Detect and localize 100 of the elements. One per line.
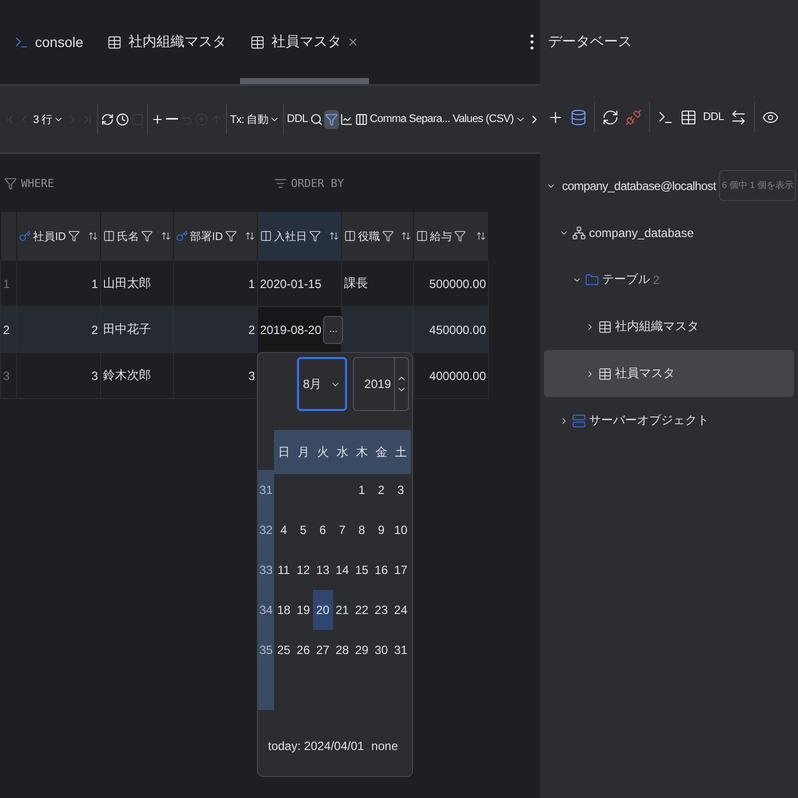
tree-item[interactable]: company_database@localhost 6 個中 1 個を表示 bbox=[544, 162, 794, 209]
tree-item[interactable]: テーブル 2 bbox=[544, 256, 794, 303]
filter-icon bbox=[382, 230, 394, 242]
weekday-label: 木 bbox=[354, 444, 369, 460]
columns-icon bbox=[354, 112, 368, 126]
table-icon bbox=[250, 34, 266, 50]
search-icon bbox=[310, 112, 323, 126]
tree-label: サーバーオブジェクト bbox=[589, 412, 709, 429]
table-cell: 3 bbox=[174, 352, 258, 398]
calendar-day[interactable]: 26 bbox=[294, 630, 313, 670]
where-field[interactable]: WHERE bbox=[0, 176, 270, 190]
tree-item[interactable]: company_database bbox=[544, 209, 794, 256]
editor-tab[interactable]: console bbox=[4, 0, 94, 84]
sort-icon bbox=[88, 231, 98, 241]
month-select[interactable]: 8月 bbox=[297, 357, 347, 411]
weekday-label: 金 bbox=[374, 444, 388, 460]
calendar-day[interactable]: 18 bbox=[274, 590, 294, 630]
table-cell: 500000.00 bbox=[414, 260, 488, 306]
tree-label: company_database@localhost bbox=[562, 178, 716, 192]
tree-item[interactable]: 社員マスタ bbox=[544, 350, 794, 397]
table-cell: 山田太郎 bbox=[100, 260, 174, 306]
dropdown-button[interactable]: Tx: 自動 bbox=[228, 108, 281, 130]
more-button[interactable]: ... bbox=[323, 316, 344, 344]
calendar-day[interactable]: 10 bbox=[391, 510, 410, 550]
column-header[interactable]: 役職 bbox=[342, 212, 414, 260]
tree-label: 社内組織マスタ bbox=[615, 318, 699, 335]
calendar-day[interactable]: 14 bbox=[332, 550, 352, 590]
calendar-day[interactable]: 27 bbox=[313, 630, 332, 670]
table-cell: 3 bbox=[16, 352, 100, 398]
calendar-day[interactable]: 2 bbox=[372, 470, 391, 510]
tree-item[interactable]: 社内組織マスタ bbox=[544, 303, 794, 350]
table-cell: 田中花子 bbox=[100, 306, 174, 352]
table-icon bbox=[598, 366, 612, 380]
table-cell: 鈴木次郎 bbox=[100, 352, 174, 398]
calendar-day[interactable]: 13 bbox=[313, 550, 332, 590]
year-spinner[interactable]: 2019 bbox=[353, 357, 409, 411]
calendar-day[interactable]: 21 bbox=[332, 590, 352, 630]
week-number: 31 bbox=[258, 470, 274, 510]
calendar-day[interactable]: 29 bbox=[352, 630, 372, 670]
weekday-label: 土 bbox=[394, 444, 408, 460]
week-number: 34 bbox=[258, 590, 274, 630]
stop-icon bbox=[130, 112, 144, 126]
editor-tab[interactable]: 社員マスタ bbox=[240, 0, 370, 84]
table-icon bbox=[680, 108, 697, 126]
row-number: 1 bbox=[0, 260, 16, 306]
dropdown-button[interactable]: Comma Separa... Values (CSV) bbox=[368, 110, 527, 128]
calendar-day[interactable]: 22 bbox=[352, 590, 372, 630]
calendar-day[interactable]: 25 bbox=[274, 630, 294, 670]
calendar-day[interactable]: 16 bbox=[372, 550, 391, 590]
calendar-day[interactable]: 12 bbox=[294, 550, 313, 590]
calendar-day[interactable]: 4 bbox=[274, 510, 294, 550]
ddl-button[interactable]: DDL bbox=[286, 110, 309, 128]
none-link[interactable]: none bbox=[371, 739, 398, 753]
tree-label: テーブル bbox=[602, 271, 650, 288]
column-header[interactable]: 社員ID bbox=[16, 212, 100, 260]
calendar-day[interactable]: 30 bbox=[372, 630, 391, 670]
dropdown-button[interactable]: 3 行 bbox=[32, 108, 65, 130]
filter-icon bbox=[141, 230, 153, 242]
more-options-icon[interactable] bbox=[530, 34, 534, 50]
column-header[interactable]: 部署ID bbox=[174, 212, 258, 260]
minus-icon bbox=[166, 118, 178, 120]
calendar-day[interactable]: 19 bbox=[294, 590, 313, 630]
calendar-day[interactable]: 24 bbox=[391, 590, 410, 630]
folder-icon bbox=[585, 272, 599, 286]
calendar-day[interactable]: 17 bbox=[391, 550, 410, 590]
calendar-day[interactable]: 15 bbox=[352, 550, 372, 590]
calendar-day[interactable]: 5 bbox=[294, 510, 313, 550]
order-by-field[interactable]: ORDER BY bbox=[270, 176, 540, 190]
column-header[interactable]: 入社日 bbox=[258, 212, 342, 260]
table-cell: 2 bbox=[16, 306, 100, 352]
column-header[interactable]: 氏名 bbox=[100, 212, 174, 260]
editor-tab[interactable]: 社内組織マスタ bbox=[97, 0, 236, 84]
chart-icon bbox=[340, 112, 353, 126]
key-icon bbox=[19, 230, 31, 242]
calendar-day[interactable]: 11 bbox=[274, 550, 294, 590]
sort-icon bbox=[476, 231, 486, 241]
table-cell: 400000.00 bbox=[414, 352, 488, 398]
week-number: 32 bbox=[258, 510, 274, 550]
calendar-day[interactable]: 1 bbox=[352, 470, 372, 510]
calendar-day[interactable]: 6 bbox=[313, 510, 332, 550]
sort-icon bbox=[401, 231, 411, 241]
filter-button[interactable] bbox=[324, 110, 339, 128]
calendar-day[interactable]: 7 bbox=[332, 510, 352, 550]
refresh-icon bbox=[100, 112, 114, 126]
table-icon bbox=[598, 320, 612, 334]
ddl-button[interactable]: DDL bbox=[702, 108, 725, 126]
calendar-day[interactable]: 23 bbox=[372, 590, 391, 630]
calendar-day[interactable]: 31 bbox=[391, 630, 410, 670]
calendar-day[interactable]: 20 bbox=[313, 590, 332, 630]
column-header[interactable]: 給与 bbox=[414, 212, 488, 260]
table-cell: 2020-01-15 bbox=[258, 260, 342, 306]
tree-item[interactable]: サーバーオブジェクト bbox=[544, 397, 794, 444]
today-link[interactable]: today: 2024/04/01 bbox=[268, 739, 364, 753]
close-icon[interactable] bbox=[347, 36, 360, 48]
calendar-day[interactable]: 8 bbox=[352, 510, 372, 550]
calendar-day[interactable]: 3 bbox=[391, 470, 410, 510]
calendar-day[interactable]: 28 bbox=[332, 630, 352, 670]
clock-icon bbox=[116, 112, 129, 126]
calendar-day[interactable]: 9 bbox=[372, 510, 391, 550]
table-cell[interactable]: 2019-08-20 ... bbox=[258, 306, 342, 352]
